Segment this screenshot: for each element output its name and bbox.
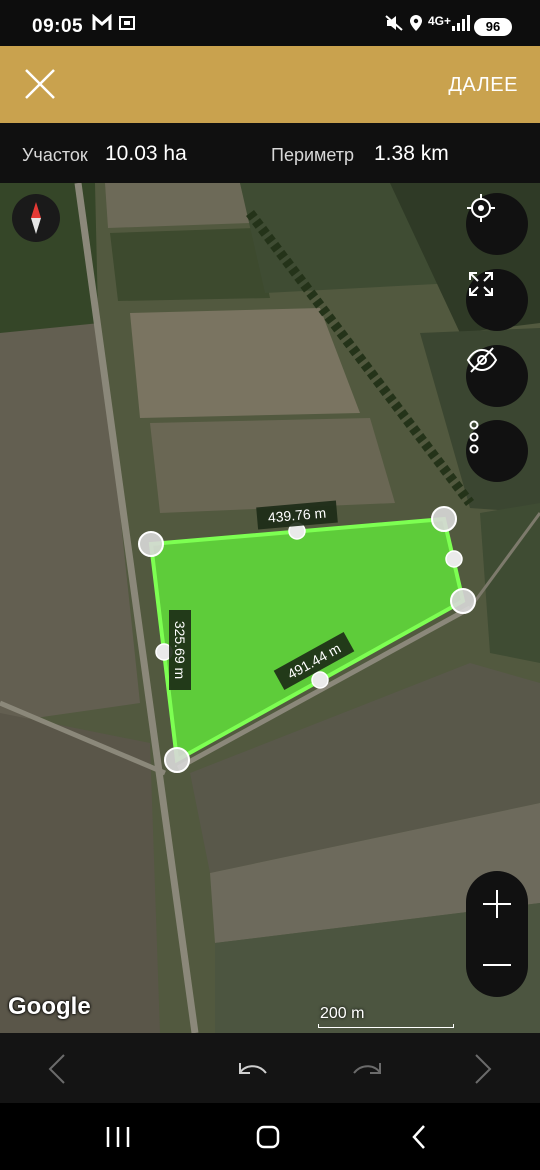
zoom-in-icon[interactable] — [466, 871, 528, 933]
map-canvas[interactable]: 439.76 m 325.69 m 491.44 m — [0, 183, 540, 1033]
map-scale: 200 m — [318, 1005, 454, 1028]
next-icon[interactable] — [462, 1049, 502, 1089]
location-icon — [408, 14, 424, 37]
system-nav-bar — [0, 1103, 540, 1170]
app-bar: ДАЛЕЕ — [0, 46, 540, 123]
compass-icon[interactable] — [12, 194, 60, 242]
scale-bar — [318, 1024, 454, 1028]
home-icon[interactable] — [248, 1119, 288, 1155]
gmail-icon — [92, 13, 112, 37]
my-location-button[interactable] — [466, 193, 528, 255]
network-type: 4G+ — [428, 14, 452, 28]
close-icon[interactable] — [24, 68, 56, 100]
midpoint-handle[interactable] — [445, 550, 463, 568]
status-bar: 09:05 4G+ 96 — [0, 0, 540, 46]
status-time: 09:05 — [32, 16, 84, 37]
vertex-handle[interactable] — [450, 588, 476, 614]
screenshot-icon — [118, 14, 136, 37]
zoom-controls — [466, 871, 528, 997]
next-button[interactable]: ДАЛЕЕ — [448, 74, 518, 97]
edge-length-label: 325.69 m — [172, 621, 188, 679]
scale-label: 200 m — [320, 1005, 365, 1022]
zoom-out-icon[interactable] — [466, 935, 528, 997]
vertex-handle[interactable] — [164, 747, 190, 773]
area-label: Участок — [22, 145, 88, 165]
satellite-map[interactable]: 439.76 m 325.69 m 491.44 m Google 200 m — [0, 183, 540, 1033]
battery-level: 96 — [474, 18, 512, 36]
undo-icon[interactable] — [232, 1049, 272, 1089]
fullscreen-button[interactable] — [466, 269, 528, 331]
google-logo: Google — [8, 993, 91, 1020]
recents-icon[interactable] — [98, 1119, 138, 1155]
signal-icon — [450, 14, 470, 37]
area-value: 10.03 ha — [105, 142, 187, 165]
previous-icon[interactable] — [38, 1049, 78, 1089]
perimeter-label: Периметр — [271, 145, 355, 165]
redo-icon[interactable] — [348, 1049, 388, 1089]
perimeter-value: 1.38 km — [374, 142, 449, 165]
mute-icon — [384, 14, 404, 37]
back-icon[interactable] — [400, 1119, 440, 1155]
toggle-visibility-button[interactable] — [466, 345, 528, 407]
vertex-handle[interactable] — [138, 531, 164, 557]
midpoint-handle[interactable] — [311, 671, 329, 689]
more-options-button[interactable] — [466, 420, 528, 482]
vertex-handle[interactable] — [431, 506, 457, 532]
edit-toolbar — [0, 1033, 540, 1103]
measurement-bar: Участок 10.03 ha Периметр 1.38 km — [0, 123, 540, 183]
